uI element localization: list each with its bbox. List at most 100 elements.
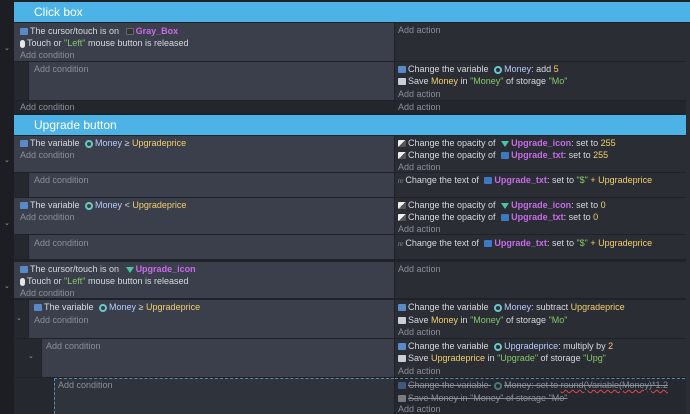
add-condition-link[interactable]: Add condition bbox=[34, 314, 89, 326]
string: "Mo" bbox=[548, 393, 568, 403]
add-condition-link[interactable]: Add condition bbox=[20, 211, 75, 223]
add-action-link[interactable]: Add action bbox=[398, 101, 441, 113]
add-condition-link[interactable]: Add condition bbox=[34, 174, 89, 186]
chevron-down-icon[interactable]: ⌄ bbox=[4, 219, 10, 227]
action-text: : set to bbox=[546, 175, 574, 185]
scene-variable-icon bbox=[494, 342, 503, 351]
action-text: Change the text of bbox=[405, 238, 479, 248]
string: "Money" bbox=[470, 315, 504, 325]
chevron-down-icon[interactable]: ⌄ bbox=[4, 44, 10, 52]
action-set-money-disabled[interactable]: Change the variable Money: set to round(… bbox=[398, 379, 668, 391]
add-condition-link[interactable]: Add condition bbox=[20, 49, 75, 61]
save-icon bbox=[398, 78, 406, 86]
action-opacity-icon[interactable]: Change the opacity of Upgrade_icon: set … bbox=[398, 137, 616, 149]
add-condition-link[interactable]: Add condition bbox=[20, 101, 75, 113]
add-condition-link[interactable]: Add condition bbox=[34, 237, 89, 249]
chevron-down-icon[interactable]: ⌄ bbox=[28, 352, 34, 360]
condition-cursor-on-graybox[interactable]: The cursor/touch is on Gray_Box bbox=[20, 25, 178, 37]
scrollbar-track[interactable] bbox=[686, 23, 690, 414]
string: "Upgrade" bbox=[497, 353, 539, 363]
action-text: : multiply by bbox=[558, 341, 606, 351]
action-opacity-txt[interactable]: Change the opacity of Upgrade_txt: set t… bbox=[398, 149, 608, 161]
string: "Money" bbox=[470, 76, 504, 86]
opacity-icon bbox=[398, 214, 406, 222]
condition-text: The cursor/touch is on bbox=[30, 264, 120, 274]
action-text: of storage bbox=[506, 315, 547, 325]
add-action-link[interactable]: Add action bbox=[398, 365, 441, 377]
value: 0 bbox=[593, 212, 599, 222]
object-name: Gray_Box bbox=[135, 26, 179, 36]
string: "$" bbox=[576, 175, 588, 185]
condition-money-lt-price[interactable]: The variable Money < Upgradeprice bbox=[20, 199, 186, 211]
action-text: Change the variable bbox=[408, 302, 489, 312]
action-multiply-price[interactable]: Change the variable Upgradeprice: multip… bbox=[398, 340, 613, 352]
action-opacity-icon[interactable]: Change the opacity of Upgrade_icon: set … bbox=[398, 199, 606, 211]
add-action-link[interactable]: Add action bbox=[398, 403, 441, 414]
variable-icon bbox=[398, 343, 406, 351]
condition-text: The variable bbox=[30, 200, 80, 210]
operator: ≥ bbox=[124, 138, 130, 148]
object-name: Upgrade_txt bbox=[494, 175, 547, 185]
button-string: "Left" bbox=[64, 276, 86, 286]
group-header-click-box[interactable]: Click box bbox=[14, 2, 690, 22]
text-object-icon bbox=[484, 240, 493, 248]
add-action-link[interactable]: Add action bbox=[398, 88, 441, 100]
variable-name: Money bbox=[95, 138, 123, 148]
action-opacity-txt[interactable]: Change the opacity of Upgrade_txt: set t… bbox=[398, 211, 598, 223]
add-condition-link[interactable]: Add condition bbox=[34, 63, 89, 75]
add-condition-link[interactable]: Add condition bbox=[20, 287, 75, 299]
add-action-link[interactable]: Add action bbox=[398, 326, 441, 338]
variable-name: Money bbox=[431, 393, 459, 403]
condition-text: The cursor/touch is on bbox=[30, 26, 120, 36]
variable-name: Money bbox=[431, 76, 459, 86]
variable-name: Money bbox=[431, 315, 459, 325]
variable-icon bbox=[34, 304, 42, 312]
action-change-text[interactable]: nr Change the text of Upgrade_txt: set to… bbox=[398, 237, 652, 249]
variable-name: Money bbox=[504, 302, 532, 312]
action-change-text[interactable]: nr Change the text of Upgrade_txt: set to… bbox=[398, 174, 652, 186]
event-separator bbox=[14, 101, 690, 113]
action-text: Change the variable bbox=[408, 380, 489, 390]
chevron-down-icon[interactable]: ⌄ bbox=[16, 314, 22, 322]
add-action-link[interactable]: Add action bbox=[398, 223, 441, 235]
chevron-down-icon[interactable]: ⌄ bbox=[4, 156, 10, 164]
action-text: : set to bbox=[571, 138, 599, 148]
group-header-upgrade-button[interactable]: Upgrade button bbox=[14, 115, 690, 135]
add-condition-link[interactable]: Add condition bbox=[20, 149, 75, 161]
cursor-icon bbox=[20, 28, 28, 36]
action-save-money[interactable]: Save Money in "Money" of storage "Mo" bbox=[398, 75, 567, 87]
condition-money-gte-price[interactable]: The variable Money ≥ Upgradeprice bbox=[20, 137, 186, 149]
variable-name: Money bbox=[109, 302, 137, 312]
action-text: : set to bbox=[571, 200, 599, 210]
add-action-link[interactable]: Add action bbox=[398, 24, 441, 36]
action-save-money[interactable]: Save Money in "Money" of storage "Mo" bbox=[398, 314, 567, 326]
condition-money-gte-price[interactable]: The variable Money ≥ Upgradeprice bbox=[34, 301, 200, 313]
action-text: : set to bbox=[546, 238, 574, 248]
save-icon bbox=[398, 395, 406, 403]
variable-name: Money bbox=[504, 64, 532, 74]
action-change-variable-money[interactable]: Change the variable Money: add 5 bbox=[398, 63, 559, 75]
operator: < bbox=[124, 200, 130, 210]
condition-mouse-released[interactable]: Touch or "Left" mouse button is released bbox=[20, 37, 189, 49]
add-condition-link[interactable]: Add condition bbox=[46, 340, 101, 352]
object-name: Upgrade_icon bbox=[135, 264, 196, 274]
action-text: Change the opacity of bbox=[408, 212, 496, 222]
string: "Mo" bbox=[548, 76, 568, 86]
scene-variable-icon bbox=[494, 303, 503, 312]
action-text: Change the text of bbox=[405, 175, 479, 185]
action-save-price[interactable]: Save Upgradeprice in "Upgrade" of storag… bbox=[398, 352, 606, 364]
mouse-icon bbox=[20, 39, 25, 48]
value: 255 bbox=[593, 150, 609, 160]
scene-variable-icon bbox=[494, 65, 503, 74]
action-text: : set to bbox=[563, 212, 591, 222]
action-subtract-money[interactable]: Change the variable Money: subtract Upgr… bbox=[398, 301, 625, 313]
string: "$" bbox=[576, 238, 588, 248]
add-action-link[interactable]: Add action bbox=[398, 263, 441, 275]
condition-mouse-released[interactable]: Touch or "Left" mouse button is released bbox=[20, 275, 189, 287]
cursor-icon bbox=[20, 266, 28, 274]
add-condition-link[interactable]: Add condition bbox=[58, 379, 113, 391]
action-text: Change the opacity of bbox=[408, 200, 496, 210]
chevron-down-icon[interactable]: ⌄ bbox=[4, 282, 10, 290]
add-action-link[interactable]: Add action bbox=[398, 161, 441, 173]
condition-cursor-on-upgrade-icon[interactable]: The cursor/touch is on Upgrade_icon bbox=[20, 263, 196, 275]
